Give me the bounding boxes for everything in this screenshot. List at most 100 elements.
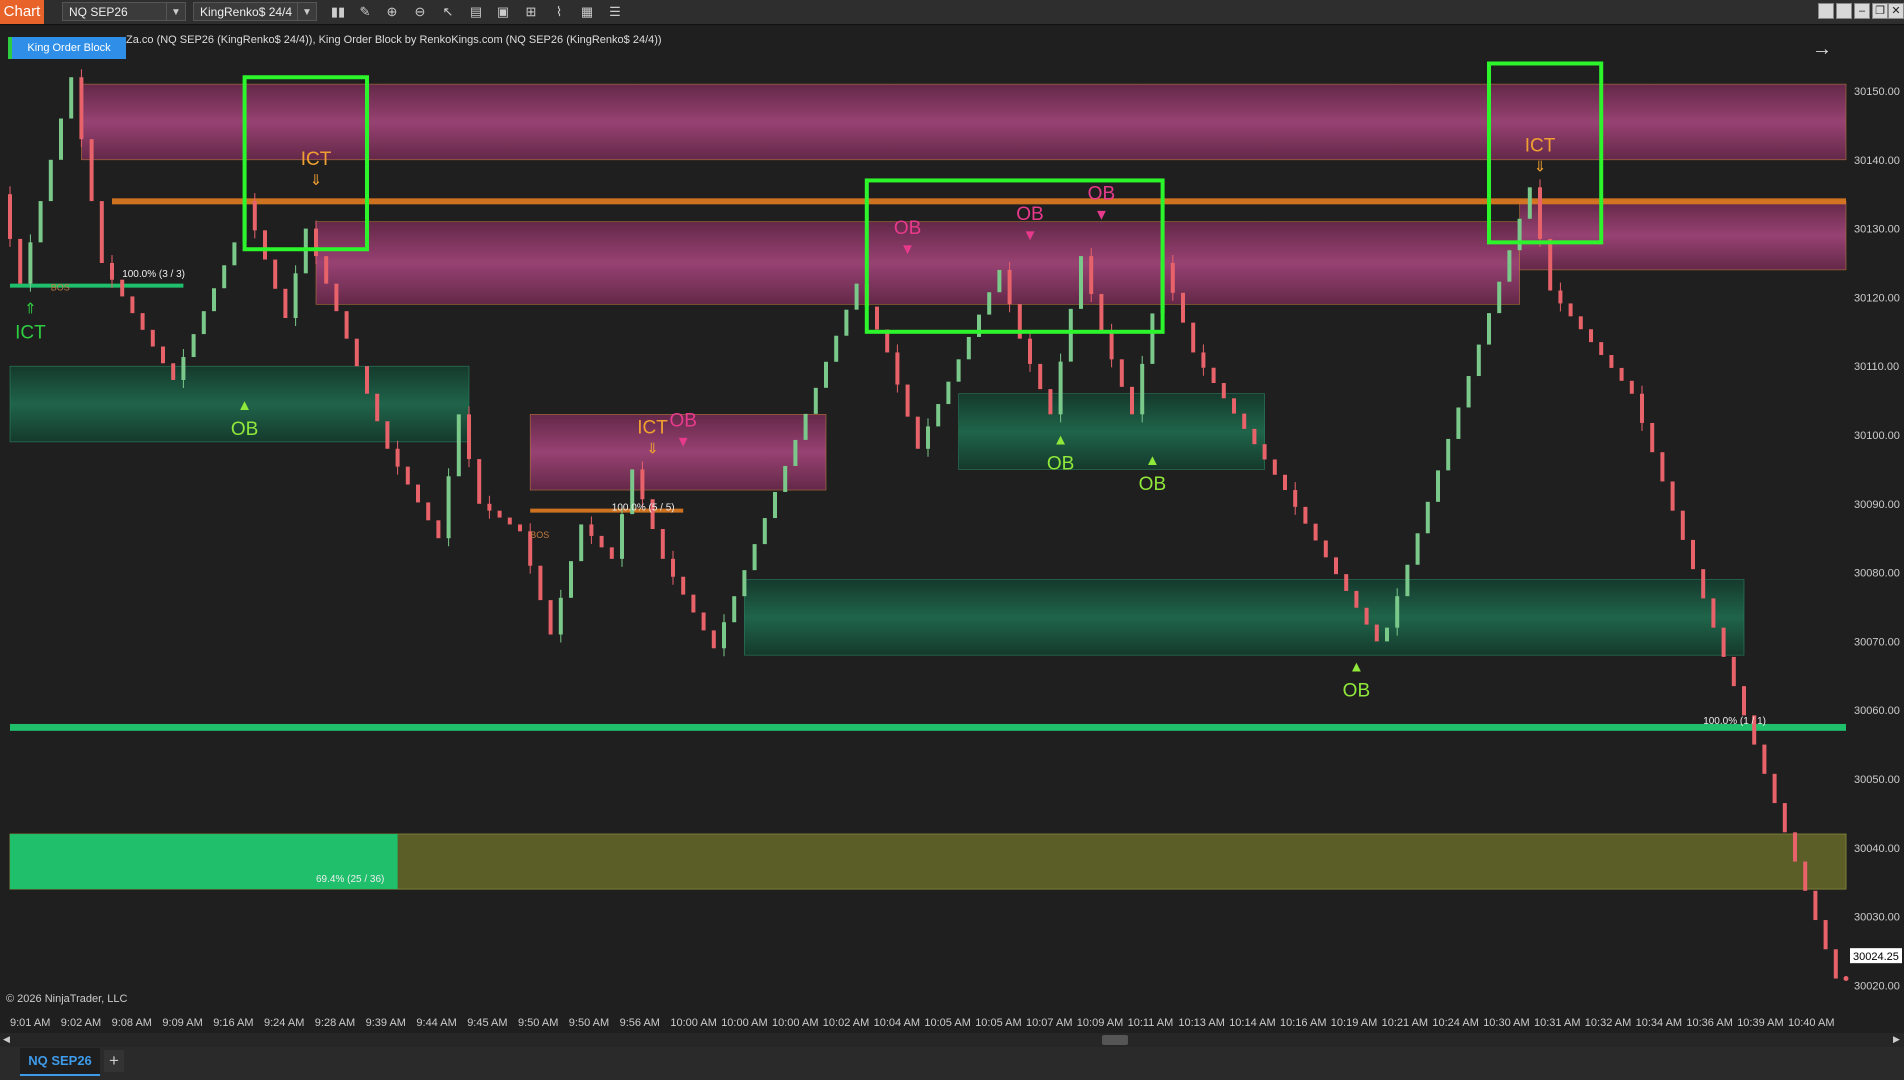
bear-brick bbox=[701, 612, 706, 631]
data-box-icon[interactable]: ▤ bbox=[466, 3, 486, 21]
time-tick-label: 10:14 AM bbox=[1229, 1017, 1275, 1029]
bull-brick bbox=[1079, 256, 1083, 309]
scroll-right-icon[interactable]: ▶ bbox=[1893, 1034, 1900, 1045]
bear-brick bbox=[1242, 413, 1247, 429]
tile-window-button[interactable] bbox=[1818, 3, 1834, 19]
bull-brick bbox=[956, 359, 961, 382]
indicators-icon[interactable]: ▦ bbox=[577, 3, 597, 21]
demand-zone bbox=[958, 393, 1265, 470]
bear-brick bbox=[497, 510, 502, 518]
price-tick-label: 30030.00 bbox=[1854, 912, 1900, 924]
instrument-selector[interactable]: NQ SEP26 ▼ bbox=[62, 2, 186, 21]
zone-stat-label: BOS bbox=[51, 283, 70, 293]
chart-panel[interactable]: ⇑ ICT ▲ OB ⇓ ICT ⇓ ICT ▼ OB ▼ OB ▼ OB ▼ OB ▲ OB ▲ OB ▲ OB ⇓ ICT… bbox=[0, 25, 1904, 1033]
bull-brick bbox=[946, 381, 951, 405]
bull-brick bbox=[1415, 533, 1420, 565]
bear-brick bbox=[1721, 627, 1726, 657]
time-tick-label: 10:19 AM bbox=[1331, 1017, 1377, 1029]
tab-nq-sep26[interactable]: NQ SEP26 bbox=[20, 1048, 100, 1076]
bull-brick bbox=[1507, 250, 1512, 282]
bear-brick bbox=[711, 630, 716, 649]
pencil-icon[interactable]: ✎ bbox=[355, 3, 375, 21]
double-arrow-icon: ⇓ bbox=[310, 172, 323, 189]
time-tick-label: 9:44 AM bbox=[416, 1017, 456, 1029]
bear-brick bbox=[1262, 444, 1267, 460]
signal-label: ICT bbox=[637, 417, 668, 438]
chevron-down-icon[interactable]: ▼ bbox=[166, 3, 185, 20]
time-tick-label: 10:05 AM bbox=[924, 1017, 970, 1029]
time-tick-label: 9:24 AM bbox=[264, 1017, 304, 1029]
bear-brick bbox=[1323, 540, 1328, 558]
price-tick-label: 30040.00 bbox=[1854, 843, 1900, 855]
bear-brick bbox=[548, 600, 553, 635]
bear-brick bbox=[426, 502, 431, 521]
bar-type-selector[interactable]: KingRenko$ 24/4 ▼ bbox=[193, 2, 317, 21]
templates-icon[interactable]: ⊞ bbox=[521, 3, 541, 21]
price-chart[interactable]: ⇑ ICT ▲ OB ⇓ ICT ⇓ ICT ▼ OB ▼ OB ▼ OB ▼ OB ▲ OB ▲ OB ▲ OB ⇓ ICT… bbox=[0, 25, 1904, 1033]
time-tick-label: 10:34 AM bbox=[1636, 1017, 1682, 1029]
properties-icon[interactable]: ▣ bbox=[493, 3, 513, 21]
close-button[interactable]: ✕ bbox=[1888, 3, 1904, 19]
bear-brick bbox=[1629, 380, 1634, 394]
bull-brick bbox=[1487, 313, 1491, 345]
bull-brick bbox=[191, 334, 196, 358]
bear-brick bbox=[1742, 686, 1746, 716]
bear-brick bbox=[354, 338, 359, 367]
bear-brick bbox=[273, 259, 278, 289]
bear-brick bbox=[130, 296, 135, 314]
maximize-button[interactable]: ❐ bbox=[1872, 3, 1888, 19]
minimize-button[interactable]: – bbox=[1854, 3, 1870, 19]
chart-window-label[interactable]: Chart bbox=[0, 0, 44, 24]
scroll-left-icon[interactable]: ◀ bbox=[3, 1034, 10, 1045]
bull-brick bbox=[1446, 438, 1451, 471]
price-tick-label: 30020.00 bbox=[1854, 980, 1900, 992]
signal-label: OB bbox=[231, 419, 258, 440]
time-tick-label: 10:11 AM bbox=[1128, 1017, 1174, 1029]
time-tick-label: 10:39 AM bbox=[1737, 1017, 1783, 1029]
bear-brick bbox=[263, 230, 267, 260]
pointer-icon[interactable]: ↖ bbox=[438, 3, 458, 21]
time-tick-label: 9:56 AM bbox=[620, 1017, 660, 1029]
demand-zone bbox=[744, 579, 1745, 656]
bear-brick bbox=[1701, 569, 1706, 599]
signal-ict-bear: ⇓ ICT bbox=[1525, 135, 1556, 175]
bar-chart-icon[interactable]: ▮▮ bbox=[328, 3, 348, 21]
bull-brick bbox=[48, 159, 53, 202]
time-tick-label: 10:04 AM bbox=[874, 1017, 920, 1029]
bear-brick bbox=[1599, 342, 1604, 356]
signal-ict-bear: ⇓ ICT bbox=[301, 149, 332, 189]
bear-brick bbox=[691, 594, 696, 613]
time-tick-label: 10:09 AM bbox=[1077, 1017, 1123, 1029]
king-order-block-button[interactable]: King Order Block bbox=[8, 37, 126, 59]
price-tick-label: 30140.00 bbox=[1854, 155, 1900, 167]
zoom-out-icon[interactable]: ⊖ bbox=[410, 3, 430, 21]
price-tick-label: 30130.00 bbox=[1854, 224, 1900, 236]
bull-brick bbox=[742, 570, 747, 597]
triangle-icon: ▼ bbox=[1094, 206, 1109, 223]
bear-brick bbox=[1803, 861, 1808, 891]
bull-brick bbox=[793, 439, 798, 466]
horizontal-scrollbar[interactable] bbox=[0, 1033, 1904, 1047]
tile-window-button[interactable] bbox=[1836, 3, 1852, 19]
strategies-icon[interactable]: ⌇ bbox=[549, 3, 569, 21]
bear-brick bbox=[1813, 890, 1818, 921]
bear-brick bbox=[1048, 389, 1053, 415]
bull-brick bbox=[1405, 564, 1410, 597]
bar-type-value: KingRenko$ 24/4 bbox=[200, 5, 293, 19]
ict-level-line bbox=[112, 198, 1846, 205]
price-tick-label: 30090.00 bbox=[1854, 499, 1900, 511]
chevron-down-icon[interactable]: ▼ bbox=[297, 3, 316, 20]
bear-brick bbox=[1191, 322, 1196, 353]
bear-brick bbox=[1303, 506, 1308, 524]
zoom-in-icon[interactable]: ⊕ bbox=[382, 3, 402, 21]
bear-brick bbox=[416, 484, 420, 503]
signal-label: OB bbox=[1088, 183, 1115, 204]
time-tick-label: 10:02 AM bbox=[823, 1017, 869, 1029]
bear-brick bbox=[1364, 607, 1369, 625]
scrollbar-thumb[interactable] bbox=[1102, 1035, 1128, 1045]
list-icon[interactable]: ☰ bbox=[605, 3, 625, 21]
arrow-right-icon[interactable]: → bbox=[1812, 38, 1832, 61]
bull-brick bbox=[222, 265, 227, 289]
add-tab-button[interactable]: + bbox=[104, 1050, 124, 1072]
bull-brick bbox=[1497, 281, 1502, 314]
